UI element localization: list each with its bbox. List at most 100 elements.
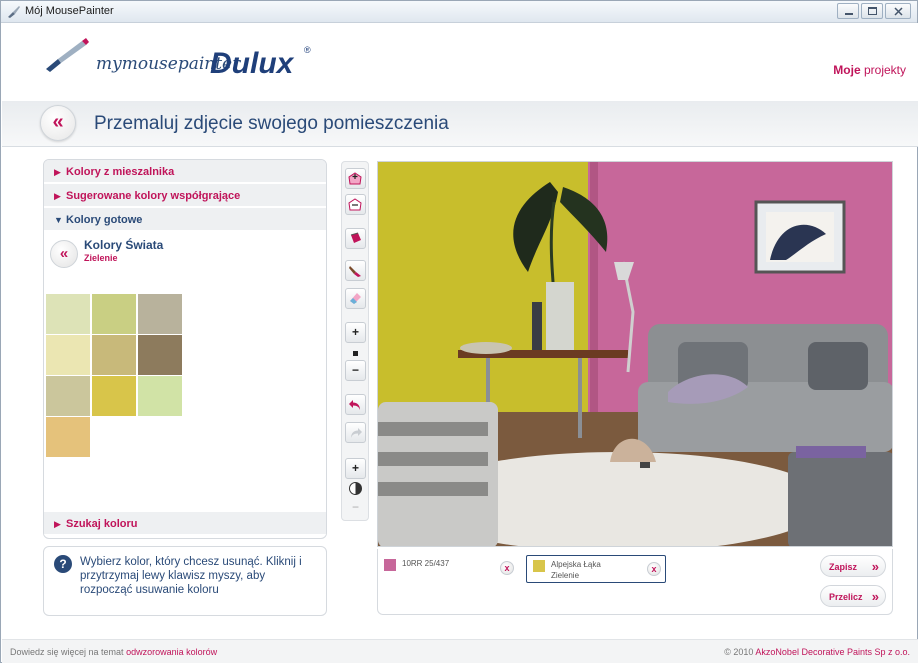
tool-palette: + − + − xyxy=(341,161,369,521)
title-bar: Mój MousePainter xyxy=(1,1,917,23)
color-swatch[interactable] xyxy=(46,294,90,334)
palette-family: Zielenie xyxy=(84,253,118,263)
maximize-icon xyxy=(868,7,877,15)
status-footer: Dowiedz się więcej na temat odwzorowania… xyxy=(2,639,918,663)
maximize-button[interactable] xyxy=(861,3,883,19)
redo-button[interactable] xyxy=(345,422,366,443)
chip-swatch xyxy=(384,559,396,571)
color-chip-selected[interactable]: Alpejska Łąka Zielenie x xyxy=(526,555,666,583)
accordion-suggested-colors[interactable]: ▶ Sugerowane kolory współgrające xyxy=(44,184,326,208)
window-title: Mój MousePainter xyxy=(25,5,114,17)
minimize-button[interactable] xyxy=(837,3,859,19)
search-color-section: ▶ Szukaj koloru xyxy=(44,512,326,536)
logo-brand-text: Dulux xyxy=(210,47,295,80)
brush-icon xyxy=(8,6,20,18)
color-swatch[interactable] xyxy=(138,294,182,334)
accordion-ready-colors[interactable]: ▼ Kolory gotowe xyxy=(44,208,326,232)
collapse-arrow-icon: ▼ xyxy=(54,215,63,225)
save-button[interactable]: Zapisz » xyxy=(820,555,886,577)
remove-color-button[interactable]: x xyxy=(500,561,514,575)
eraser-icon xyxy=(350,293,361,304)
chip-swatch xyxy=(533,560,545,572)
close-icon xyxy=(894,7,903,16)
color-swatch[interactable] xyxy=(46,417,90,457)
eraser-tool[interactable] xyxy=(345,288,366,309)
room-photo-canvas[interactable] xyxy=(377,161,893,547)
back-button[interactable]: « xyxy=(40,105,76,141)
color-picker-panel: ▶ Kolory z mieszalnika ▶ Sugerowane kolory… xyxy=(43,159,327,539)
color-swatch[interactable] xyxy=(138,335,182,375)
chip-name: Alpejska Łąka xyxy=(551,560,601,569)
polygon-remove-icon xyxy=(348,198,362,211)
recalculate-label: Przelicz xyxy=(829,592,863,602)
hint-box: ? Wybierz kolor, który chcesz usunąć. Kl… xyxy=(43,546,327,616)
copyright-year: © 2010 xyxy=(724,647,754,657)
redo-icon xyxy=(351,428,362,438)
my-projects-bold: Moje xyxy=(833,63,861,77)
color-rendering-link[interactable]: odwzorowania kolorów xyxy=(126,647,217,657)
palette-name: Kolory Świata xyxy=(84,238,164,252)
ottoman xyxy=(788,452,892,546)
plant-vase xyxy=(546,282,574,352)
contrast-icon xyxy=(349,482,362,495)
color-swatch[interactable] xyxy=(46,376,90,416)
accordion-label: Kolory z mieszalnika xyxy=(66,166,175,178)
window-controls xyxy=(835,3,911,19)
undo-icon xyxy=(349,400,360,410)
brush-tool[interactable] xyxy=(345,260,366,281)
color-swatch[interactable] xyxy=(92,335,136,375)
copyright: © 2010 AkzoNobel Decorative Paints Sp z … xyxy=(724,647,910,657)
undo-button[interactable] xyxy=(345,394,366,415)
color-swatch[interactable] xyxy=(92,294,136,334)
expand-arrow-icon: ▶ xyxy=(54,519,61,529)
close-button[interactable] xyxy=(885,3,911,19)
accordion-mixer-colors[interactable]: ▶ Kolory z mieszalnika xyxy=(44,160,326,184)
color-swatch[interactable] xyxy=(46,335,90,375)
add-area-tool[interactable] xyxy=(345,168,366,189)
minimize-icon xyxy=(845,13,853,15)
chevron-right-icon: » xyxy=(871,559,879,574)
chip-code: 10RR 25/437 xyxy=(402,559,450,568)
paint-bucket-icon xyxy=(350,232,361,243)
my-projects-rest: projekty xyxy=(863,63,906,77)
palette-back-button[interactable]: « xyxy=(50,240,78,268)
help-icon: ? xyxy=(54,555,72,573)
app-header: mymousepainter Dulux ® Moje projekty xyxy=(2,23,918,101)
room-illustration xyxy=(378,162,892,546)
mousepainter-dulux-logo[interactable]: mymousepainter Dulux ® xyxy=(42,35,342,85)
selected-colors-bar: 10RR 25/437 x Alpejska Łąka Zielenie x Z… xyxy=(377,549,893,615)
akzonobel-link[interactable]: AkzoNobel Decorative Paints Sp z o.o. xyxy=(755,647,910,657)
save-label: Zapisz xyxy=(829,562,858,572)
color-chip[interactable]: 10RR 25/437 x xyxy=(378,555,523,583)
expand-arrow-icon: ▶ xyxy=(54,167,61,177)
color-swatch[interactable] xyxy=(92,376,136,416)
chip-family: Zielenie xyxy=(551,571,580,580)
contrast-increase-button[interactable]: + xyxy=(345,458,366,479)
accordion-label: Szukaj koloru xyxy=(66,518,138,530)
color-swatch[interactable] xyxy=(138,376,182,416)
recalculate-button[interactable]: Przelicz » xyxy=(820,585,886,607)
page-header-bar: « Przemaluj zdjęcie swojego pomieszczeni… xyxy=(2,101,918,147)
svg-text:®: ® xyxy=(304,45,311,55)
fill-tool[interactable] xyxy=(345,228,366,249)
zoom-level-indicator xyxy=(353,351,358,356)
footer-info: Dowiedz się więcej na temat odwzorowania… xyxy=(10,647,217,657)
accordion-search-color[interactable]: ▶ Szukaj koloru xyxy=(44,512,326,536)
zoom-out-button[interactable]: − xyxy=(345,360,366,381)
accordion-label: Sugerowane kolory współgrające xyxy=(66,190,241,202)
page-title: Przemaluj zdjęcie swojego pomieszczenia xyxy=(94,113,449,134)
palette-header: « Kolory Świata Zielenie xyxy=(44,232,326,276)
remove-area-tool[interactable] xyxy=(345,194,366,215)
zoom-in-button[interactable]: + xyxy=(345,322,366,343)
chevron-right-icon: » xyxy=(871,589,879,604)
footer-left-text: Dowiedz się więcej na temat xyxy=(10,647,124,657)
app-window: Mój MousePainter mymousepainter Dulux ® … xyxy=(0,0,918,663)
polygon-add-icon xyxy=(348,172,362,185)
accordion-label: Kolory gotowe xyxy=(66,214,143,226)
logo-graphic: mymousepainter Dulux ® xyxy=(46,38,311,80)
contrast-decrease-button[interactable]: − xyxy=(345,500,366,516)
expand-arrow-icon: ▶ xyxy=(54,191,61,201)
my-projects-link[interactable]: Moje projekty xyxy=(833,63,906,77)
remove-color-button[interactable]: x xyxy=(647,562,661,576)
hint-text: Wybierz kolor, który chcesz usunąć. Klik… xyxy=(80,556,302,596)
